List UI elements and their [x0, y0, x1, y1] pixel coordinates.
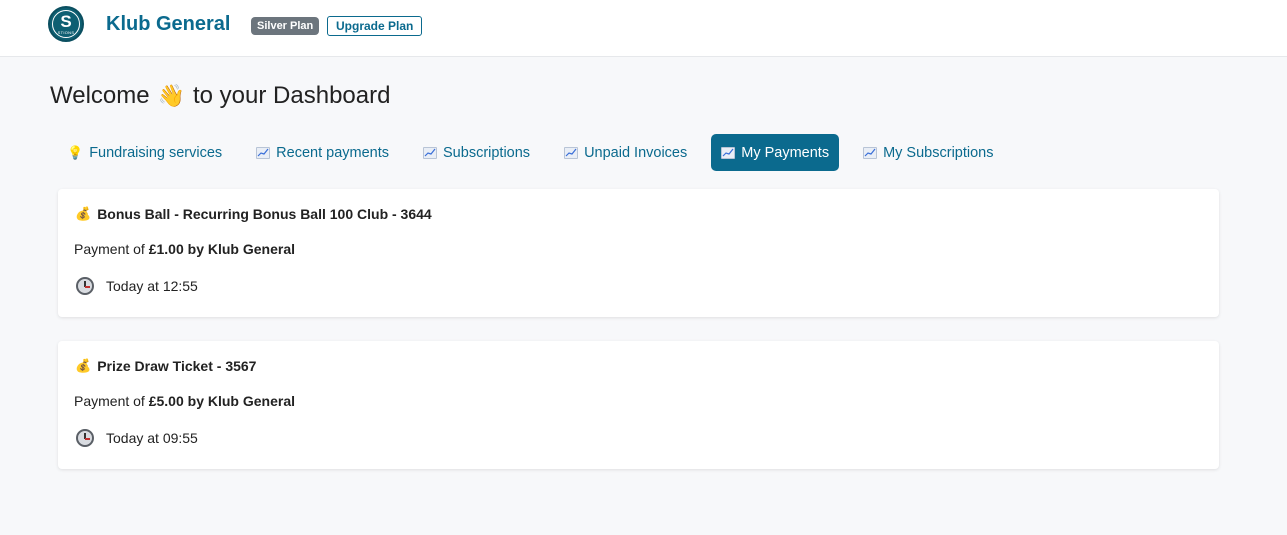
payment-title: 💰 Prize Draw Ticket - 3567	[75, 358, 256, 374]
logo-inner: S STIONS	[52, 10, 80, 38]
chart-icon	[423, 146, 438, 159]
welcome-suffix: to your Dashboard	[193, 82, 391, 109]
tab-label: Recent payments	[276, 144, 390, 161]
tab-label: My Subscriptions	[883, 144, 994, 161]
tab-fundraising-services[interactable]: 💡 Fundraising services	[57, 134, 232, 171]
dashboard-tabs: 💡 Fundraising services Recent payments S…	[57, 134, 1017, 171]
payment-time: Today at 09:55	[76, 429, 198, 447]
payment-time: Today at 12:55	[76, 277, 198, 295]
tab-recent-payments[interactable]: Recent payments	[246, 134, 399, 171]
chart-icon	[564, 146, 579, 159]
payment-amount: Payment of £1.00 by Klub General	[74, 241, 295, 257]
top-header: S STIONS Klub General Silver Plan Upgrad…	[0, 0, 1287, 57]
payment-amount: Payment of £5.00 by Klub General	[74, 393, 295, 409]
chart-icon	[721, 146, 736, 159]
tab-my-subscriptions[interactable]: My Subscriptions	[853, 134, 1003, 171]
clock-icon	[76, 429, 94, 447]
welcome-prefix: Welcome	[50, 82, 150, 109]
payment-card[interactable]: 💰 Prize Draw Ticket - 3567 Payment of £5…	[58, 341, 1219, 469]
payment-prefix: Payment of	[74, 393, 145, 409]
payment-title-text: Prize Draw Ticket - 3567	[97, 358, 257, 374]
payment-title: 💰 Bonus Ball - Recurring Bonus Ball 100 …	[75, 206, 432, 222]
money-bag-icon: 💰	[75, 358, 92, 373]
tab-label: Subscriptions	[443, 144, 531, 161]
tab-subscriptions[interactable]: Subscriptions	[413, 134, 540, 171]
tab-unpaid-invoices[interactable]: Unpaid Invoices	[554, 134, 697, 171]
payment-title-text: Bonus Ball - Recurring Bonus Ball 100 Cl…	[97, 206, 432, 222]
money-bag-icon: 💰	[75, 206, 92, 221]
tab-label: Fundraising services	[89, 144, 223, 161]
logo-letter: S	[60, 11, 72, 31]
clock-icon	[76, 277, 94, 295]
chart-icon	[863, 146, 878, 159]
logo-subtext: STIONS	[57, 29, 75, 35]
plan-badge: Silver Plan	[251, 17, 320, 35]
payment-amount-by: £1.00 by Klub General	[148, 241, 296, 257]
waving-hand-icon: 👋	[157, 83, 185, 108]
upgrade-plan-button[interactable]: Upgrade Plan	[327, 16, 423, 36]
tab-label: My Payments	[741, 144, 830, 161]
page-title: Welcome 👋 to your Dashboard	[50, 82, 390, 110]
lightbulb-icon: 💡	[67, 144, 84, 160]
payment-time-text: Today at 12:55	[106, 278, 198, 294]
payment-time-text: Today at 09:55	[106, 430, 198, 446]
payment-amount-by: £5.00 by Klub General	[148, 393, 296, 409]
payment-card[interactable]: 💰 Bonus Ball - Recurring Bonus Ball 100 …	[58, 189, 1219, 317]
brand-logo[interactable]: S STIONS	[48, 6, 84, 42]
payment-prefix: Payment of	[74, 241, 145, 257]
brand-name[interactable]: Klub General	[106, 13, 230, 36]
tab-my-payments[interactable]: My Payments	[711, 134, 840, 171]
tab-label: Unpaid Invoices	[584, 144, 688, 161]
chart-icon	[256, 146, 271, 159]
